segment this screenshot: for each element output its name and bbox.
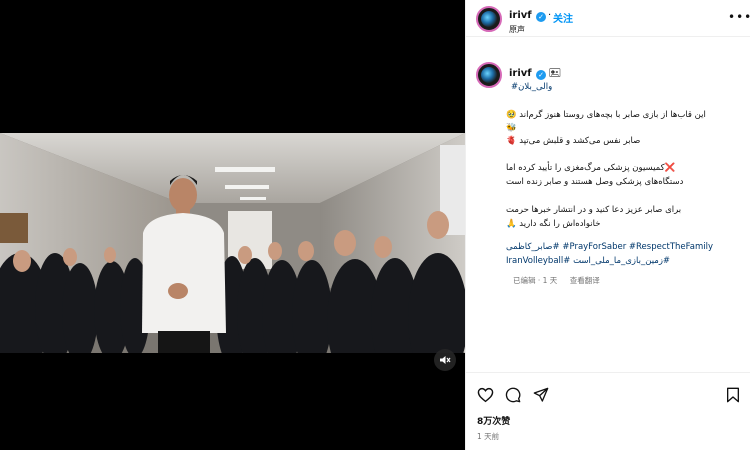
mute-button[interactable] xyxy=(434,349,456,371)
caption-line: ❌کمیسیون پزشکی مرگ‌مغزی را تأیید کرده ام… xyxy=(506,163,676,173)
caption-hashtag[interactable]: #والی_بلان xyxy=(511,82,552,92)
caption-line: صابر نفس می‌کشد و قلبش می‌تپد 🫀 xyxy=(506,136,641,146)
video-player[interactable] xyxy=(0,133,465,353)
post-meta: 已编辑 · 1 天 查看翻译 xyxy=(513,275,610,286)
separator-dot: · xyxy=(548,10,552,21)
caption-line: این قاب‌ها از بازی صابر با بچه‌های روستا… xyxy=(506,110,706,120)
action-bar: 8万次赞 1 天前 xyxy=(466,372,750,451)
post-header: irivf ✓ · 关注 原声 ••• xyxy=(466,0,750,37)
caption-line: 🐝 xyxy=(506,123,517,133)
caption-tags[interactable]: PrayForSaber #RespectTheFamily# #صابر_کا… xyxy=(506,242,742,252)
caption-line: خانواده‌اش را نگه دارید 🙏 xyxy=(506,219,601,229)
caption-username[interactable]: irivf xyxy=(509,68,532,79)
post-date: 1 天前 xyxy=(477,432,500,441)
caption-line: برای صابر عزیز دعا کنید و در انتشار خبره… xyxy=(506,205,682,215)
more-dots-icon[interactable]: ••• xyxy=(728,10,750,24)
muted-speaker-icon xyxy=(440,356,451,364)
heart-icon[interactable] xyxy=(477,387,494,403)
audio-label[interactable]: 原声 xyxy=(509,24,525,35)
avatar[interactable] xyxy=(476,6,502,32)
post-time: 已编辑 · 1 天 xyxy=(513,276,558,285)
likes-count[interactable]: 8万次赞 xyxy=(477,414,510,427)
header-username[interactable]: irivf xyxy=(509,10,532,21)
badge-icon: 🖭 xyxy=(549,68,561,79)
caption-avatar[interactable] xyxy=(476,62,502,88)
verified-icon: ✓ xyxy=(536,12,546,22)
video-frame xyxy=(0,133,465,353)
verified-icon: ✓ xyxy=(536,70,546,80)
follow-button[interactable]: 关注 xyxy=(553,10,573,25)
send-icon[interactable] xyxy=(533,387,549,403)
caption-tags[interactable]: #زمین_بازی_ما_ملی_است #IranVolleyball xyxy=(506,256,742,266)
post-panel: irivf ✓ · 关注 原声 ••• irivf ✓ 🖭 #والی_بلان… xyxy=(465,0,750,450)
media-area xyxy=(0,0,465,450)
bookmark-icon[interactable] xyxy=(726,387,740,403)
comment-icon[interactable] xyxy=(505,387,521,403)
translate-link[interactable]: 查看翻译 xyxy=(570,276,600,285)
caption-line: دستگاه‌های پزشکی وصل هستند و صابر زنده ا… xyxy=(506,177,684,187)
